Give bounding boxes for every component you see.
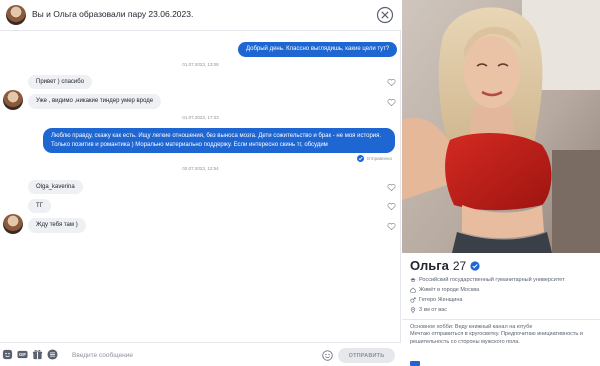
message-outgoing[interactable]: Люблю правду, скажу как есть. Ищу легкие… [43, 128, 395, 153]
message-outgoing[interactable]: Добрый день. Классно выглядишь, какие це… [238, 42, 398, 57]
chat-panel: Вы и Ольга образовали пару 23.06.2023. Д… [0, 0, 401, 366]
gender-icon [410, 297, 416, 303]
sender-avatar[interactable] [3, 214, 23, 234]
profile-name: Ольга [410, 258, 449, 273]
location-icon [410, 307, 416, 313]
profile-panel: Ольга 27 Российский государственный гума… [402, 0, 600, 366]
match-title: Вы и Ольга образовали пару 23.06.2023. [32, 9, 194, 19]
chat-header: Вы и Ольга образовали пару 23.06.2023. [0, 0, 401, 31]
message-date: 01.07.2023, 13:08 [182, 62, 219, 67]
heart-icon[interactable] [387, 78, 396, 87]
match-avatar[interactable] [6, 5, 26, 25]
message-incoming[interactable]: Привет ) спасибо [28, 75, 93, 89]
profile-photo[interactable] [402, 0, 600, 253]
sent-check-icon [356, 155, 364, 162]
sticker-icon[interactable] [2, 349, 13, 360]
emoji-icon[interactable] [322, 350, 333, 361]
message-date: 02.07.2023, 12:54 [182, 166, 219, 171]
graduation-icon [410, 278, 416, 282]
profile-orientation: Гетеро Женщина [410, 297, 462, 303]
list-icon[interactable] [47, 349, 58, 360]
profile-name-row: Ольга 27 [410, 258, 480, 273]
message-incoming[interactable]: Olga_kaverina [28, 180, 83, 194]
heart-icon[interactable] [387, 98, 396, 107]
profile-about-line: Мечтаю отправиться в кругосветку. Предпо… [410, 331, 583, 345]
home-icon [410, 287, 416, 293]
message-incoming[interactable]: ТГ [28, 199, 51, 213]
svg-text:GIF: GIF [19, 352, 26, 357]
send-button[interactable]: ОТПРАВИТЬ [338, 348, 395, 363]
gift-icon[interactable] [32, 349, 43, 360]
profile-city: Живёт в городе Москва [410, 287, 479, 293]
instagram-icon[interactable] [410, 361, 420, 366]
profile-age: 27 [452, 258, 467, 273]
profile-distance: 3 км от вас [410, 307, 447, 313]
message-composer: GIF ОТПРАВИТЬ [0, 342, 401, 366]
message-status-label: Отправлено [366, 156, 392, 161]
profile-about: Основное хобби: Веду книжный канал на ют… [410, 324, 594, 346]
heart-icon[interactable] [387, 202, 396, 211]
message-incoming[interactable]: Жду тебя там ) [28, 218, 86, 233]
sender-avatar[interactable] [3, 90, 23, 110]
message-status: Отправлено [356, 155, 392, 162]
gif-icon[interactable]: GIF [17, 349, 28, 360]
profile-education: Российский государственный гуманитарный … [410, 277, 565, 283]
close-icon[interactable] [376, 6, 394, 24]
profile-about-line: Основное хобби: Веду книжный канал на ют… [410, 324, 533, 330]
profile-city-text: Живёт в городе Москва [419, 287, 480, 293]
message-incoming[interactable]: Уже , видимо ,никакие тиндер умер вроде [28, 94, 162, 109]
profile-divider [402, 319, 600, 320]
verified-badge-icon [470, 260, 480, 271]
message-input[interactable] [72, 349, 312, 361]
profile-education-text: Российский государственный гуманитарный … [419, 277, 565, 283]
heart-icon[interactable] [387, 222, 396, 231]
heart-icon[interactable] [387, 183, 396, 192]
message-date: 01.07.2023, 17:33 [182, 115, 219, 120]
profile-distance-text: 3 км от вас [419, 307, 447, 313]
profile-orientation-text: Гетеро Женщина [419, 297, 463, 303]
